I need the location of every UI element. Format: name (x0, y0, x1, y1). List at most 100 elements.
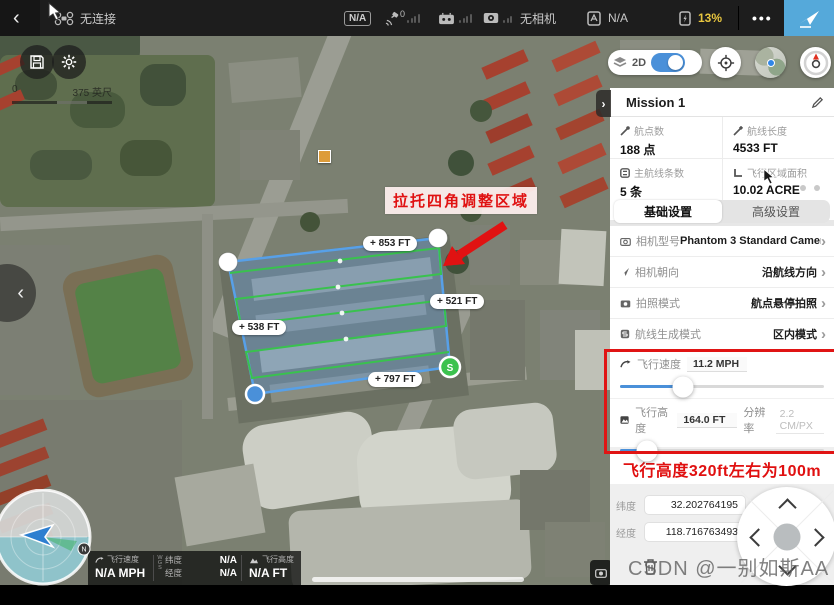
nudge-center-button[interactable] (773, 523, 800, 550)
takeoff-plane-icon (797, 8, 821, 28)
panel-collapse-tab[interactable]: › (596, 90, 611, 117)
corner-handle-bottom-left[interactable] (246, 385, 264, 403)
chevron-right-icon: › (821, 327, 826, 342)
edge-length-right: + 521 FT (430, 294, 484, 309)
serpentine-icon (620, 168, 630, 178)
altitude-slider-row: 飞行高度 164.0 FT 分辨率 2.2 CM/PX (610, 398, 834, 445)
row-route-mode[interactable]: 航线生成模式 区内模式 › (610, 319, 834, 350)
battery-icon (678, 10, 692, 27)
tab-advanced-settings[interactable]: 高级设置 (722, 200, 830, 223)
speed-slider-track[interactable] (620, 385, 824, 388)
edge-length-top: + 853 FT (363, 236, 417, 251)
remote-controller-icon (438, 12, 455, 25)
latitude-label: 纬度 (616, 498, 638, 513)
ruler-icon (733, 168, 743, 178)
chevron-right-icon: › (821, 265, 826, 280)
flight-sliders: 飞行速度 11.2 MPH 飞行高度 164.0 FT 分辨率 2.2 CM/P… (610, 350, 834, 447)
chevron-right-icon: › (602, 97, 606, 111)
telemetry-alt-value: N/A FT (249, 566, 295, 580)
speed-slider-row: 飞行速度 11.2 MPH (610, 351, 834, 398)
telemetry-lng-label: 经度 (165, 567, 182, 580)
tab-basic-settings[interactable]: 基础设置 (614, 200, 722, 223)
satellite-icon (384, 11, 401, 26)
annotation-arrow (443, 225, 505, 266)
heading-icon (620, 267, 630, 277)
connection-status: 无连接 (80, 10, 116, 27)
attitude-indicator: N (0, 489, 95, 589)
takeoff-button[interactable] (784, 0, 834, 36)
resolution-label: 分辨率 (743, 404, 769, 436)
more-button[interactable]: ••• (752, 10, 773, 26)
nudge-up-button[interactable] (778, 498, 796, 516)
corner-handle-top-left[interactable] (219, 253, 238, 272)
photo-mode-icon (620, 299, 631, 308)
route-length-icon (733, 126, 743, 136)
row-camera-model[interactable]: 相机型号 Phantom 3 Standard Camera › (610, 226, 834, 257)
speed-icon (95, 556, 104, 564)
home-indicator (312, 577, 524, 582)
wgs-label: WGS (154, 551, 163, 585)
svg-text:N: N (81, 547, 86, 554)
camera-icon (620, 237, 631, 246)
nudge-right-button[interactable] (806, 528, 824, 546)
telemetry-lng-value: N/A (220, 567, 237, 580)
flight-mode-value: N/A (608, 11, 628, 25)
speed-value: 11.2 MPH (687, 357, 747, 372)
speed-slider-thumb[interactable] (673, 376, 694, 397)
nudge-left-button[interactable] (749, 528, 767, 546)
resolution-value: 2.2 CM/PX (776, 407, 824, 434)
chevron-right-icon: › (821, 296, 826, 311)
row-camera-heading[interactable]: 相机朝向 沿航线方向 › (610, 257, 834, 288)
mission-title: Mission 1 (626, 95, 685, 110)
camera-dock-icon (590, 560, 612, 585)
telemetry-lat-label: 纬度 (165, 554, 182, 567)
waypoint-dot (340, 311, 345, 316)
gps-signal-bars (407, 13, 420, 23)
chevron-right-icon: › (821, 234, 826, 249)
waypoint-dot (338, 259, 343, 264)
edit-icon[interactable] (811, 96, 824, 109)
waypoint-icon (620, 126, 630, 136)
stat-route-length: 航线长度 4533 FT (722, 117, 834, 159)
edge-length-left: + 538 FT (232, 320, 286, 335)
flight-mode-icon (586, 10, 602, 27)
stat-main-lines: 主航线条数 5 条 (610, 159, 722, 200)
watermark: CSDN @一别如斯AA (628, 552, 829, 581)
gps-count: 0 (400, 9, 405, 19)
altitude-value: 164.0 FT (677, 413, 737, 428)
drag-hint-annotation: 拉托四角调整区域 (385, 187, 537, 214)
altitude-slider-track[interactable] (620, 449, 824, 452)
north-badge: N (78, 543, 90, 555)
status-na-badge: N/A (344, 11, 371, 26)
settings-tabs: 基础设置 高级设置 (610, 197, 834, 226)
waypoint-dot (344, 337, 349, 342)
longitude-label: 经度 (616, 525, 638, 540)
longitude-field[interactable]: 118.716763493 (644, 522, 746, 542)
altitude-icon (620, 415, 629, 425)
stat-waypoints: 航点数 188 点 (610, 117, 722, 159)
telemetry-bar: 飞行速度 N/A MPH WGS 纬度N/A 经度N/A 飞行高度 N/A FT (88, 551, 301, 585)
waypoint-dot (336, 285, 341, 290)
camera-signal-bars (503, 13, 512, 23)
pagination-dots (800, 185, 820, 191)
svg-text:S: S (447, 363, 454, 374)
mouse-cursor (763, 168, 777, 186)
telemetry-lat-value: N/A (220, 554, 237, 567)
corner-handle-top-right[interactable] (429, 229, 448, 248)
start-point-marker[interactable]: S (440, 357, 460, 377)
stat-area: 飞行区域面积 10.02 ACRE (722, 159, 834, 200)
edge-length-bottom: + 797 FT (368, 372, 422, 387)
camera-icon (483, 12, 499, 24)
back-button[interactable]: ‹ (13, 7, 20, 30)
mission-stats: 航点数 188 点 航线长度 4533 FT 主航线条数 5 条 飞行区域面积 … (610, 117, 834, 197)
row-photo-mode[interactable]: 拍照模式 航点悬停拍照 › (610, 288, 834, 319)
telemetry-speed-label: 飞行速度 (107, 554, 139, 565)
camera-status: 无相机 (520, 10, 556, 27)
telemetry-speed-value: N/A MPH (95, 566, 147, 580)
mouse-cursor (48, 2, 64, 22)
route-mode-icon (620, 329, 630, 339)
battery-percent: 13% (698, 11, 722, 25)
status-bar: ‹ 无连接 N/A 0 无相机 (0, 0, 834, 36)
altitude-slider-thumb[interactable] (636, 440, 657, 461)
latitude-field[interactable]: 32.202764195 (644, 495, 746, 515)
